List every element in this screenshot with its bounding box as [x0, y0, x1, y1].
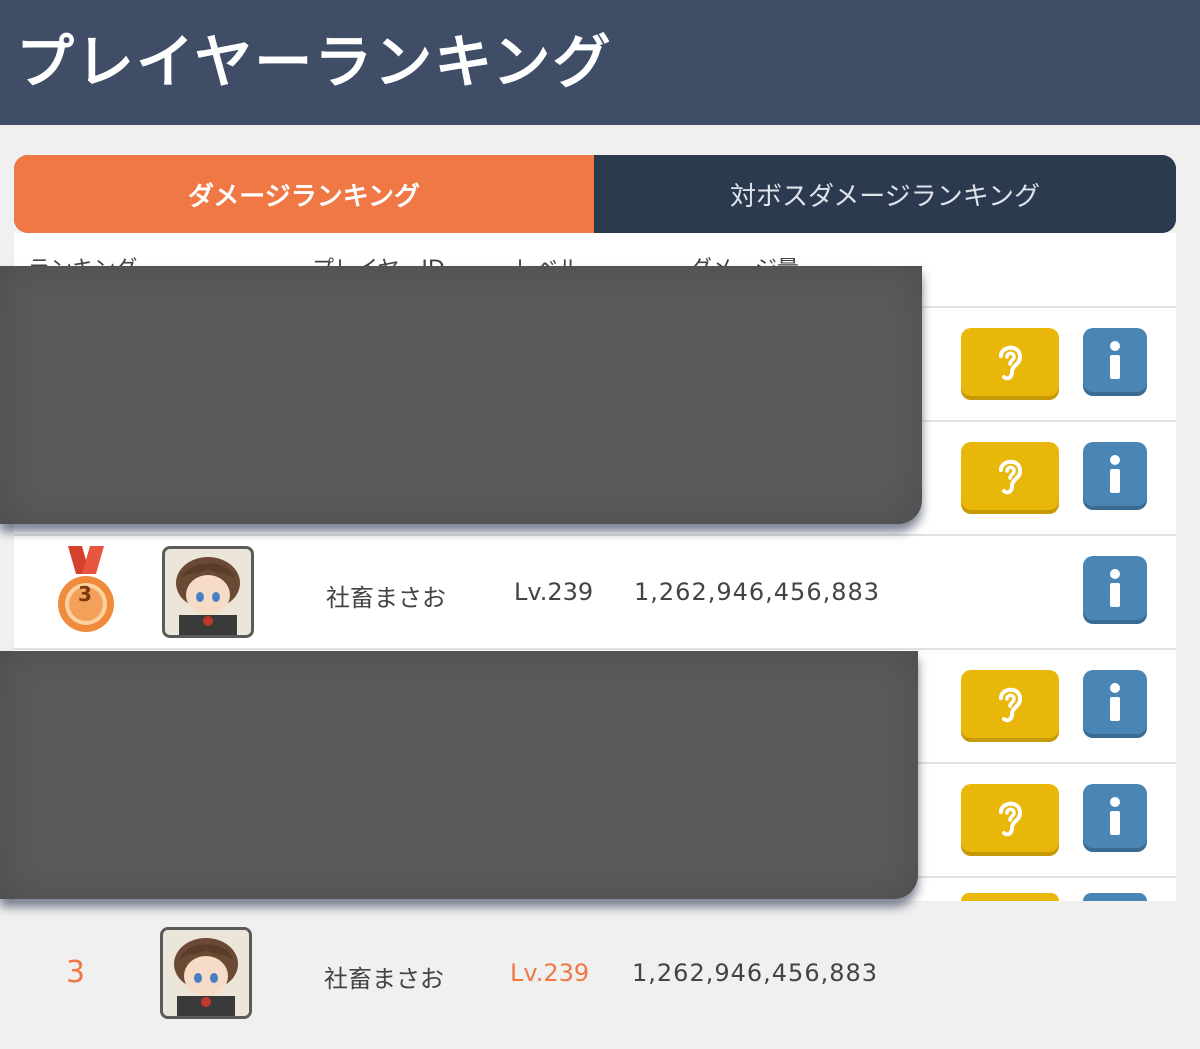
info-icon [1110, 341, 1120, 379]
info-icon [1110, 797, 1120, 835]
info-button[interactable] [1083, 784, 1147, 848]
damage-amount: 1,262,946,456,883 [634, 578, 881, 606]
info-button[interactable] [1083, 442, 1147, 506]
character-avatar-icon [163, 930, 249, 1016]
tab-damage-ranking[interactable]: ダメージランキング [14, 155, 594, 233]
info-icon [1110, 683, 1120, 721]
avatar [160, 927, 252, 1019]
player-id: 社畜まさお [326, 584, 446, 612]
table-row: 3 社畜まさお Lv.239 1,262,946,456,883 [14, 536, 1176, 648]
ranking-page: プレイヤーランキング ダメージランキング 対ボスダメージランキング ランキング … [0, 0, 1200, 1049]
info-icon [1110, 455, 1120, 493]
page-title: プレイヤーランキング [16, 28, 613, 96]
tab-boss-damage-ranking[interactable]: 対ボスダメージランキング [594, 155, 1176, 233]
page-header: プレイヤーランキング [0, 0, 1200, 125]
character-avatar-icon [165, 549, 251, 635]
ranking-tabs: ダメージランキング 対ボスダメージランキング [14, 155, 1176, 233]
listen-button[interactable] [961, 784, 1059, 852]
damage-amount: 1,262,946,456,883 [632, 959, 879, 987]
ear-icon [999, 801, 1023, 837]
info-button[interactable] [1083, 556, 1147, 620]
avatar [162, 546, 254, 638]
ear-icon [999, 345, 1023, 381]
listen-button[interactable] [961, 328, 1059, 396]
player-id: 社畜まさお [324, 965, 444, 993]
ear-icon [999, 687, 1023, 723]
listen-button[interactable] [961, 442, 1059, 510]
info-button[interactable] [1083, 893, 1147, 901]
info-icon [1110, 569, 1120, 607]
redaction-block [0, 266, 922, 524]
listen-button[interactable] [961, 893, 1059, 901]
info-button[interactable] [1083, 328, 1147, 392]
rank-number: 3 [78, 582, 92, 606]
player-level: Lv.239 [514, 578, 594, 606]
player-level: Lv.239 [510, 959, 590, 987]
rank-number: 3 [66, 955, 86, 990]
info-button[interactable] [1083, 670, 1147, 734]
ear-icon [999, 459, 1023, 495]
highlight-row: 3 社畜まさお Lv.239 1,262,946,456,883 [0, 915, 1200, 1035]
listen-button[interactable] [961, 670, 1059, 738]
redaction-block [0, 651, 918, 899]
